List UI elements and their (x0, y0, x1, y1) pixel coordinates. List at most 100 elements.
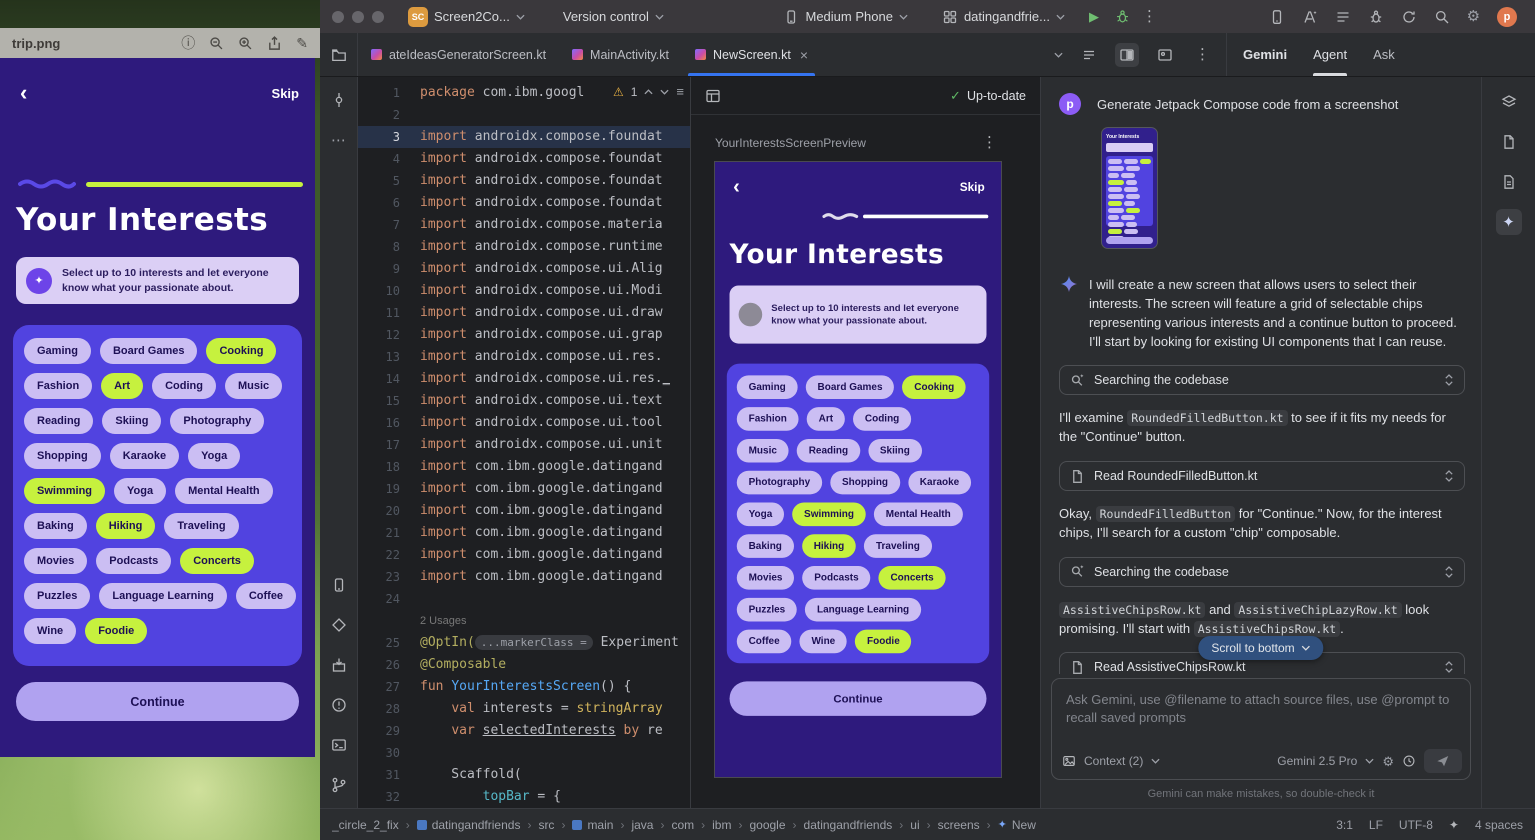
problems-tool-button[interactable] (326, 692, 352, 718)
device-manager-tool-button[interactable] (326, 572, 352, 598)
device-selector[interactable]: Medium Phone (777, 6, 913, 28)
editor-options-icon[interactable]: ⋮ (1191, 47, 1214, 62)
code-line[interactable]: 7import androidx.compose.materia (358, 214, 690, 236)
interest-chip-art[interactable]: Art (101, 373, 143, 399)
code-line[interactable]: 25@OptIn(...markerClass = Experiment (358, 632, 690, 654)
interest-chip-gaming[interactable]: Gaming (737, 375, 798, 399)
code-line[interactable]: 19import com.ibm.google.datingand (358, 478, 690, 500)
running-devices-button[interactable] (1496, 169, 1522, 195)
next-problem-icon[interactable] (660, 89, 669, 95)
task-list-icon[interactable] (1335, 9, 1351, 25)
preview-phone-frame[interactable]: ‹ Skip Your Interests ✦ Select up to 10 … (715, 162, 1001, 777)
tool-step-card[interactable]: Searching the codebase (1059, 557, 1465, 587)
interest-chip-board-games[interactable]: Board Games (100, 338, 198, 364)
terminal-tool-button[interactable] (326, 732, 352, 758)
search-everywhere-icon[interactable] (1434, 9, 1450, 25)
code-view-button[interactable] (1077, 43, 1101, 67)
warning-icon[interactable]: ⚠ (613, 85, 624, 99)
indent-setting[interactable]: 4 spaces (1475, 818, 1523, 832)
edit-icon[interactable]: ✎ (296, 36, 308, 50)
scroll-to-bottom-button[interactable]: Scroll to bottom (1198, 636, 1323, 660)
gemini-settings-icon[interactable]: ⚙ (1382, 755, 1394, 768)
interest-chip-foodie[interactable]: Foodie (855, 630, 911, 654)
interest-chip-art[interactable]: Art (807, 407, 845, 431)
sdk-manager-tool-button[interactable] (326, 652, 352, 678)
skip-button[interactable]: Skip (272, 86, 299, 101)
interest-chip-language-learning[interactable]: Language Learning (805, 598, 921, 622)
split-view-button[interactable] (1115, 43, 1139, 67)
breadcrumb-item[interactable]: datingandfriends (804, 818, 893, 832)
code-line[interactable]: 11import androidx.compose.ui.draw (358, 302, 690, 324)
code-line[interactable]: 2 Usages (358, 610, 690, 632)
breadcrumb-item[interactable]: google (749, 818, 785, 832)
prev-problem-icon[interactable] (644, 89, 653, 95)
interest-chip-swimming[interactable]: Swimming (792, 503, 866, 527)
interest-chip-concerts[interactable]: Concerts (879, 566, 946, 590)
interest-chip-mental-health[interactable]: Mental Health (874, 503, 963, 527)
interest-chip-language-learning[interactable]: Language Learning (99, 583, 226, 609)
interest-chip-reading[interactable]: Reading (24, 408, 93, 434)
interest-chip-hiking[interactable]: Hiking (96, 513, 156, 539)
minimize-window-button[interactable] (352, 11, 364, 23)
window-controls[interactable] (332, 11, 384, 23)
interest-chip-cooking[interactable]: Cooking (902, 375, 966, 399)
code-line[interactable]: 31 Scaffold( (358, 764, 690, 786)
back-icon[interactable]: ‹ (20, 82, 27, 104)
context-selector[interactable]: Context (2) (1084, 754, 1143, 768)
expand-collapse-icon[interactable] (1444, 565, 1454, 579)
line-separator[interactable]: LF (1369, 818, 1383, 832)
close-tab-icon[interactable]: × (800, 47, 808, 63)
interest-chip-yoga[interactable]: Yoga (188, 443, 240, 469)
interest-chip-baking[interactable]: Baking (24, 513, 87, 539)
breadcrumb-item[interactable]: screens (938, 818, 980, 832)
code-line[interactable]: 30 (358, 742, 690, 764)
interest-chip-traveling[interactable]: Traveling (164, 513, 238, 539)
expand-collapse-icon[interactable] (1444, 469, 1454, 483)
breadcrumb-item[interactable]: main (572, 818, 613, 832)
interest-chip-traveling[interactable]: Traveling (864, 534, 931, 558)
breadcrumb-item[interactable]: ✦New (998, 818, 1036, 832)
device-explorer-button[interactable] (1496, 89, 1522, 115)
interest-chip-foodie[interactable]: Foodie (85, 618, 147, 644)
code-line[interactable]: 10import androidx.compose.ui.Modi (358, 280, 690, 302)
code-line[interactable]: 24 (358, 588, 690, 610)
editor-tab-newscreen-kt[interactable]: NewScreen.kt× (682, 33, 821, 76)
code-editor[interactable]: 1package com.ibm.googl23import androidx.… (358, 77, 690, 808)
interest-chip-fashion[interactable]: Fashion (737, 407, 799, 431)
interest-chip-podcasts[interactable]: Podcasts (96, 548, 171, 574)
maximize-window-button[interactable] (372, 11, 384, 23)
code-line[interactable]: 20import com.ibm.google.datingand (358, 500, 690, 522)
code-line[interactable]: 29 var selectedInterests by re (358, 720, 690, 742)
gemini-prompt-input[interactable] (1064, 689, 1458, 745)
code-line[interactable]: 21import com.ibm.google.datingand (358, 522, 690, 544)
interest-chip-shopping[interactable]: Shopping (830, 471, 900, 495)
breadcrumb-item[interactable]: ibm (712, 818, 731, 832)
tool-step-card[interactable]: Searching the codebase (1059, 365, 1465, 395)
interest-chip-swimming[interactable]: Swimming (24, 478, 105, 504)
send-button[interactable] (1424, 749, 1462, 773)
project-widget[interactable]: SC Screen2Co... (402, 4, 531, 30)
gemini-tool-button[interactable]: ✦ (1496, 209, 1522, 235)
run-button[interactable]: ▶ (1089, 9, 1099, 25)
version-control-tool-button[interactable] (326, 772, 352, 798)
interest-chip-cooking[interactable]: Cooking (206, 338, 276, 364)
file-encoding[interactable]: UTF-8 (1399, 818, 1433, 832)
interest-chip-puzzles[interactable]: Puzzles (24, 583, 90, 609)
interest-chip-coffee[interactable]: Coffee (737, 630, 792, 654)
code-line[interactable]: 23import com.ibm.google.datingand (358, 566, 690, 588)
debug-button[interactable] (1115, 9, 1130, 24)
code-line[interactable]: 17import androidx.compose.ui.unit (358, 434, 690, 456)
gemini-conversation[interactable]: p Generate Jetpack Compose code from a s… (1041, 77, 1481, 674)
interest-chip-movies[interactable]: Movies (24, 548, 87, 574)
code-line[interactable]: 28 val interests = stringArray (358, 698, 690, 720)
model-selector[interactable]: Gemini 2.5 Pro (1277, 754, 1357, 768)
breadcrumb-item[interactable]: java (631, 818, 653, 832)
interest-chip-mental-health[interactable]: Mental Health (175, 478, 273, 504)
interest-chip-concerts[interactable]: Concerts (180, 548, 254, 574)
tab-list-icon[interactable] (1054, 52, 1063, 58)
interest-chip-yoga[interactable]: Yoga (114, 478, 166, 504)
run-config-selector[interactable]: datingandfrie... (936, 6, 1071, 28)
close-window-button[interactable] (332, 11, 344, 23)
code-line[interactable]: 18import com.ibm.google.datingand (358, 456, 690, 478)
interest-chip-wine[interactable]: Wine (800, 630, 847, 654)
